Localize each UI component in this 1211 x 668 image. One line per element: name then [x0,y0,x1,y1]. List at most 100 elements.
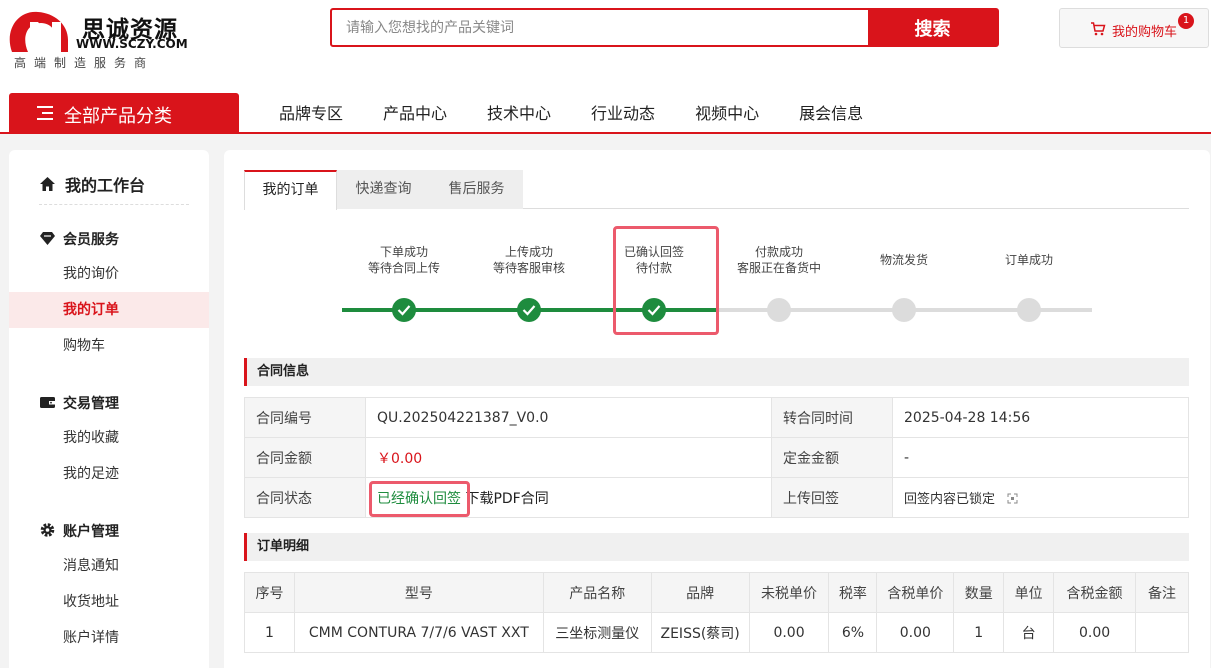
table-row: 1 CMM CONTURA 7/7/6 VAST XXT 三坐标测量仪 ZEIS… [244,612,1189,653]
section-title: 会员服务 [63,232,119,248]
step-label: 订单成功 [1004,253,1053,267]
col-header: 数量 [953,572,1005,613]
contract-no-value: QU.202504221387_V0.0 [365,397,772,438]
table-cell: 6% [828,612,878,653]
tab-my-orders[interactable]: 我的订单 [244,170,337,210]
cart-button[interactable]: 我的购物车 1 [1059,8,1209,48]
section-title: 账户管理 [63,524,119,540]
main-content: 我的订单 快递查询 售后服务 下单成功 等待合同上传 上传成功 等待客服审核 已确认… [224,150,1210,668]
upload-signature-value: 回签内容已锁定 [904,492,996,507]
step-label: 物流发货 [879,253,928,267]
contract-amount-label: 合同金额 [244,437,366,478]
table-cell: 1 [953,612,1005,653]
col-header: 产品名称 [542,572,652,613]
menu-icon [37,106,53,120]
col-header: 单位 [1003,572,1055,613]
nav-item-tech[interactable]: 技术中心 [467,93,571,134]
contract-amount-value: ￥0.00 [365,437,772,478]
col-header: 含税金额 [1053,572,1136,613]
sidebar-item-address[interactable]: 收货地址 [9,584,209,620]
site-logo[interactable]: 思诚资源 WWW.SCZY.COM 高端制造服务商 [8,6,188,72]
search-button[interactable]: 搜索 [868,10,997,45]
step-done-indicator [392,298,416,322]
step-pending-indicator [767,298,791,322]
check-icon [522,305,536,316]
cart-icon [1091,22,1106,36]
check-icon [397,305,411,316]
search-bar: 搜索 [330,8,999,47]
col-header: 序号 [244,572,295,613]
diamond-icon [40,232,55,245]
upload-signature-label: 上传回签 [771,477,893,518]
step-label: 付款成功 客服正在备货中 [736,245,821,275]
contract-time-label: 转合同时间 [771,397,893,438]
order-detail-section-title: 订单明细 [244,533,1189,561]
step-label: 上传成功 等待客服审核 [492,245,565,275]
tab-after-sales[interactable]: 售后服务 [430,170,523,209]
gear-icon [40,523,55,537]
home-icon [40,177,55,191]
main-nav: 品牌专区 产品中心 技术中心 行业动态 视频中心 展会信息 [259,93,883,134]
download-pdf-link[interactable]: 下载PDF合同 [465,491,548,507]
wallet-icon [40,397,55,408]
sidebar-item-messages[interactable]: 消息通知 [9,548,209,584]
nav-item-exhibition[interactable]: 展会信息 [779,93,883,134]
upload-signature-cell: 回签内容已锁定 [892,477,1189,518]
site-header: 思诚资源 WWW.SCZY.COM 高端制造服务商 搜索 我的购物车 1 全部产… [0,0,1211,134]
table-cell: 三坐标测量仪 [542,612,652,653]
table-cell [1135,612,1189,653]
col-header: 品牌 [650,572,750,613]
cart-label: 我的购物车 [1112,25,1178,40]
col-header: 税率 [828,572,878,613]
step-done-indicator [517,298,541,322]
table-cell: 0.00 [748,612,830,653]
expand-icon[interactable] [1007,493,1018,504]
col-header: 未税单价 [748,572,830,613]
table-cell: ZEISS(蔡司) [650,612,750,653]
all-categories-label: 全部产品分类 [64,106,172,127]
sidebar-item-favorites[interactable]: 我的收藏 [9,420,209,456]
contract-status-label: 合同状态 [244,477,366,518]
logo-url: WWW.SCZY.COM [76,37,188,51]
step-label: 下单成功 等待合同上传 [367,245,440,275]
logo-n-icon [9,11,68,52]
search-input[interactable] [332,10,870,45]
step-pending-indicator [892,298,916,322]
sidebar-item-cart[interactable]: 购物车 [9,328,209,364]
table-cell: 台 [1003,612,1055,653]
table-cell: CMM CONTURA 7/7/6 VAST XXT [293,612,544,653]
col-header: 型号 [293,572,544,613]
order-detail-table: 序号 型号 产品名称 品牌 未税单价 税率 含税单价 数量 单位 含税金额 备注… [244,572,1189,653]
sidebar-item-inquiry[interactable]: 我的询价 [9,256,209,292]
deposit-amount-label: 定金金额 [771,437,893,478]
nav-item-video[interactable]: 视频中心 [675,93,779,134]
current-step-highlight [613,226,719,335]
contract-section-title: 合同信息 [244,358,1189,386]
section-title: 交易管理 [63,396,119,412]
cart-count-badge: 1 [1178,13,1194,29]
tab-express-tracking[interactable]: 快递查询 [337,170,430,209]
sidebar: 我的工作台 会员服务 我的询价 我的订单 购物车 交易管理 我的收藏 我的足迹 … [9,150,209,668]
sidebar-item-account[interactable]: 账户详情 [9,620,209,656]
workbench-header[interactable]: 我的工作台 [39,172,189,205]
nav-item-brands[interactable]: 品牌专区 [259,93,363,134]
table-cell: 0.00 [876,612,955,653]
all-categories-button[interactable]: 全部产品分类 [9,93,239,134]
col-header: 备注 [1135,572,1189,613]
col-header: 含税单价 [876,572,955,613]
step-pending-indicator [1017,298,1041,322]
deposit-amount-value: - [892,437,1189,478]
status-highlight [369,481,470,517]
logo-slogan: 高端制造服务商 [14,56,155,70]
contract-time-value: 2025-04-28 14:56 [892,397,1189,438]
workbench-title: 我的工作台 [65,176,146,195]
table-cell: 1 [244,612,295,653]
table-header-row: 序号 型号 产品名称 品牌 未税单价 税率 含税单价 数量 单位 含税金额 备注 [244,572,1189,613]
nav-item-products[interactable]: 产品中心 [363,93,467,134]
sidebar-item-orders[interactable]: 我的订单 [9,292,209,328]
order-tabs: 我的订单 快递查询 售后服务 [244,170,1189,210]
nav-item-news[interactable]: 行业动态 [571,93,675,134]
sidebar-item-history[interactable]: 我的足迹 [9,456,209,492]
contract-no-label: 合同编号 [244,397,366,438]
table-cell: 0.00 [1053,612,1136,653]
